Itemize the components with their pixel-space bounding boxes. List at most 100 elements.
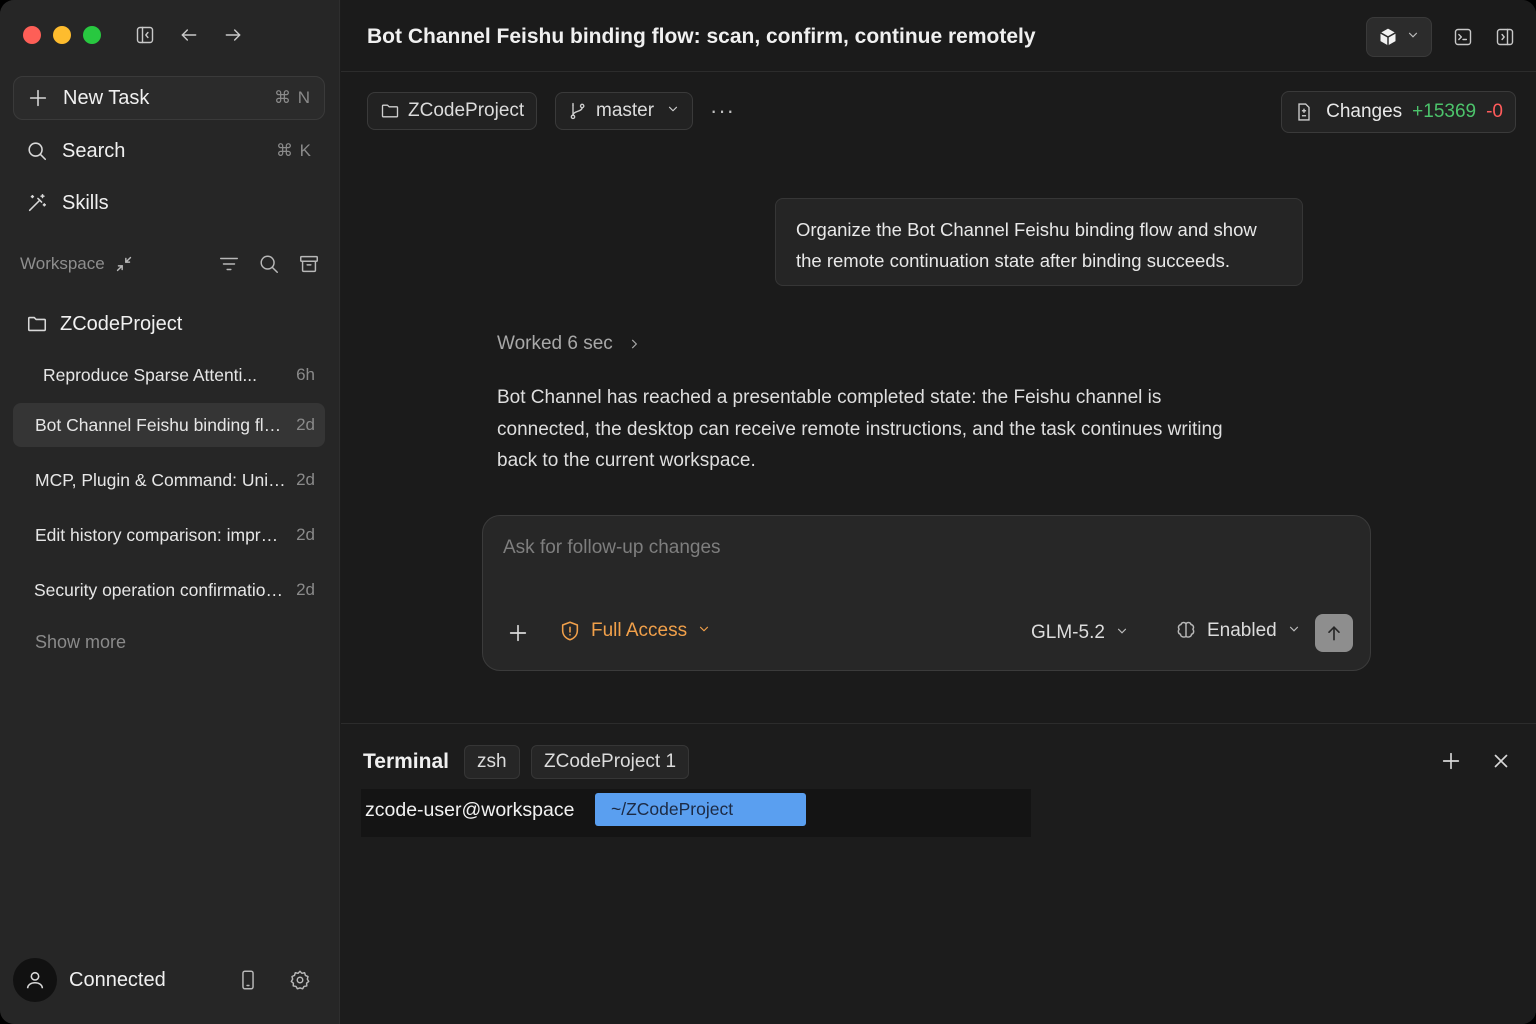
composer: Ask for follow-up changes Full Access GL… — [482, 515, 1371, 671]
task-title: MCP, Plugin & Command: Unif... — [35, 469, 287, 490]
user-tools — [237, 969, 311, 991]
sidebar-top-tools — [134, 24, 244, 46]
chevron-down-icon — [1287, 620, 1301, 642]
environment-dropdown[interactable] — [1366, 17, 1432, 57]
search-shortcut: ⌘ K — [275, 141, 312, 160]
search-icon — [26, 140, 48, 162]
task-item[interactable]: Security operation confirmation... 2d — [13, 568, 325, 612]
gear-icon[interactable] — [289, 969, 311, 991]
chevron-down-icon — [697, 620, 711, 642]
more-options-button[interactable]: ··· — [710, 98, 735, 124]
minimize-window-button[interactable] — [53, 26, 71, 44]
workspace-header: Workspace — [20, 250, 320, 278]
prompt-user: zcode-user@workspace — [365, 799, 575, 821]
chevron-down-icon — [1406, 28, 1420, 47]
workspace-tools — [218, 253, 320, 275]
page-title: Bot Channel Feishu binding flow: scan, c… — [367, 25, 1036, 48]
add-attachment-button[interactable] — [507, 622, 529, 649]
terminal-title: Terminal — [363, 750, 449, 773]
user-icon — [26, 971, 44, 989]
archive-icon[interactable] — [298, 253, 320, 275]
thinking-dropdown[interactable]: Enabled — [1175, 620, 1301, 642]
sidebar: New Task ⌘ N Search ⌘ K Skills Workspace — [0, 0, 340, 1024]
terminal-output[interactable]: zcode-user@workspace ~/ZCodeProject — [361, 789, 1031, 837]
show-more-link[interactable]: Show more — [35, 632, 126, 653]
mobile-device-icon[interactable] — [237, 969, 259, 991]
folder-icon — [26, 313, 48, 335]
forward-arrow-icon[interactable] — [222, 24, 244, 46]
new-task-button[interactable]: New Task ⌘ N — [13, 76, 325, 120]
project-chip[interactable]: ZCodeProject — [367, 92, 538, 130]
workspace-search-icon[interactable] — [258, 253, 280, 275]
access-level-label: Full Access — [591, 620, 688, 641]
main-panel: Bot Channel Feishu binding flow: scan, c… — [341, 0, 1536, 1024]
access-level-dropdown[interactable]: Full Access — [559, 620, 711, 642]
title-bar: Bot Channel Feishu binding flow: scan, c… — [341, 0, 1536, 72]
model-name: GLM-5.2 — [1031, 622, 1105, 643]
task-title: Edit history comparison: improv... — [35, 524, 287, 545]
task-item[interactable]: Reproduce Sparse Attenti... 6h — [13, 353, 325, 397]
toggle-sidebar-icon[interactable] — [134, 24, 156, 46]
brain-icon — [1175, 620, 1197, 642]
plus-icon — [509, 624, 527, 642]
terminal-tab-project[interactable]: ZCodeProject 1 — [531, 745, 690, 779]
project-folder[interactable]: ZCodeProject — [13, 304, 325, 344]
filter-icon[interactable] — [218, 253, 240, 275]
task-age: 2d — [296, 470, 315, 489]
app-window: New Task ⌘ N Search ⌘ K Skills Workspace — [0, 0, 1536, 1024]
diff-file-icon — [1298, 103, 1310, 121]
new-task-label: New Task — [63, 86, 150, 109]
collapse-icon[interactable] — [113, 253, 135, 275]
project-chip-label: ZCodeProject — [408, 100, 525, 121]
terminal-tab-zsh[interactable]: zsh — [464, 745, 520, 779]
plus-icon — [27, 87, 49, 109]
project-name: ZCodeProject — [60, 312, 183, 335]
avatar[interactable] — [13, 958, 57, 1002]
arrow-up-icon — [1328, 626, 1340, 641]
back-arrow-icon[interactable] — [178, 24, 200, 46]
user-status-row: Connected — [13, 958, 325, 1002]
new-terminal-icon[interactable] — [1440, 750, 1462, 777]
worked-summary-toggle[interactable]: Worked 6 sec — [497, 333, 641, 355]
cube-icon — [1380, 28, 1396, 46]
search-label: Search — [62, 139, 126, 162]
connection-status: Connected — [69, 968, 166, 991]
terminal-tools — [1440, 750, 1512, 777]
zoom-window-button[interactable] — [83, 26, 101, 44]
close-window-button[interactable] — [23, 26, 41, 44]
chevron-down-icon — [1115, 622, 1129, 644]
new-task-shortcut: ⌘ N — [274, 88, 311, 107]
worked-label: Worked 6 sec — [497, 333, 613, 354]
follow-up-input[interactable]: Ask for follow-up changes — [503, 537, 721, 559]
shield-alert-icon — [561, 621, 579, 641]
task-item[interactable]: MCP, Plugin & Command: Unif... 2d — [13, 458, 325, 502]
branch-dropdown[interactable]: master — [555, 92, 694, 130]
thinking-status: Enabled — [1207, 620, 1277, 641]
workspace-label: Workspace — [20, 254, 105, 273]
close-terminal-icon[interactable] — [1490, 750, 1512, 777]
right-panel-toggle-icon[interactable] — [1494, 26, 1516, 48]
task-item-active[interactable]: Bot Channel Feishu binding flow... 2d — [13, 403, 325, 447]
folder-icon — [381, 104, 399, 118]
changes-button[interactable]: Changes +15369 -0 — [1281, 91, 1516, 133]
prompt-path: ~/ZCodeProject — [595, 793, 806, 826]
task-age: 6h — [296, 365, 315, 384]
skills-button[interactable]: Skills — [13, 183, 325, 223]
task-title: Security operation confirmation... — [34, 579, 287, 600]
model-dropdown[interactable]: GLM-5.2 — [1031, 622, 1129, 644]
window-controls — [23, 26, 101, 44]
search-button[interactable]: Search ⌘ K — [13, 131, 325, 171]
task-title: Bot Channel Feishu binding flow... — [35, 414, 287, 435]
terminal-panel: Terminal zsh ZCodeProject 1 zcode-user@w… — [341, 723, 1536, 1024]
task-item[interactable]: Edit history comparison: improv... 2d — [13, 513, 325, 557]
terminal-toggle-icon[interactable] — [1452, 26, 1474, 48]
deletions-count: -0 — [1486, 101, 1503, 122]
user-message: Organize the Bot Channel Feishu binding … — [775, 198, 1303, 286]
send-button[interactable] — [1315, 614, 1353, 652]
branch-name: master — [596, 100, 655, 121]
changes-label: Changes — [1326, 101, 1403, 122]
magic-wand-icon — [26, 192, 48, 214]
task-title: Reproduce Sparse Attenti... — [43, 364, 258, 385]
chevron-right-icon — [631, 339, 637, 349]
additions-count: +15369 — [1412, 101, 1477, 122]
